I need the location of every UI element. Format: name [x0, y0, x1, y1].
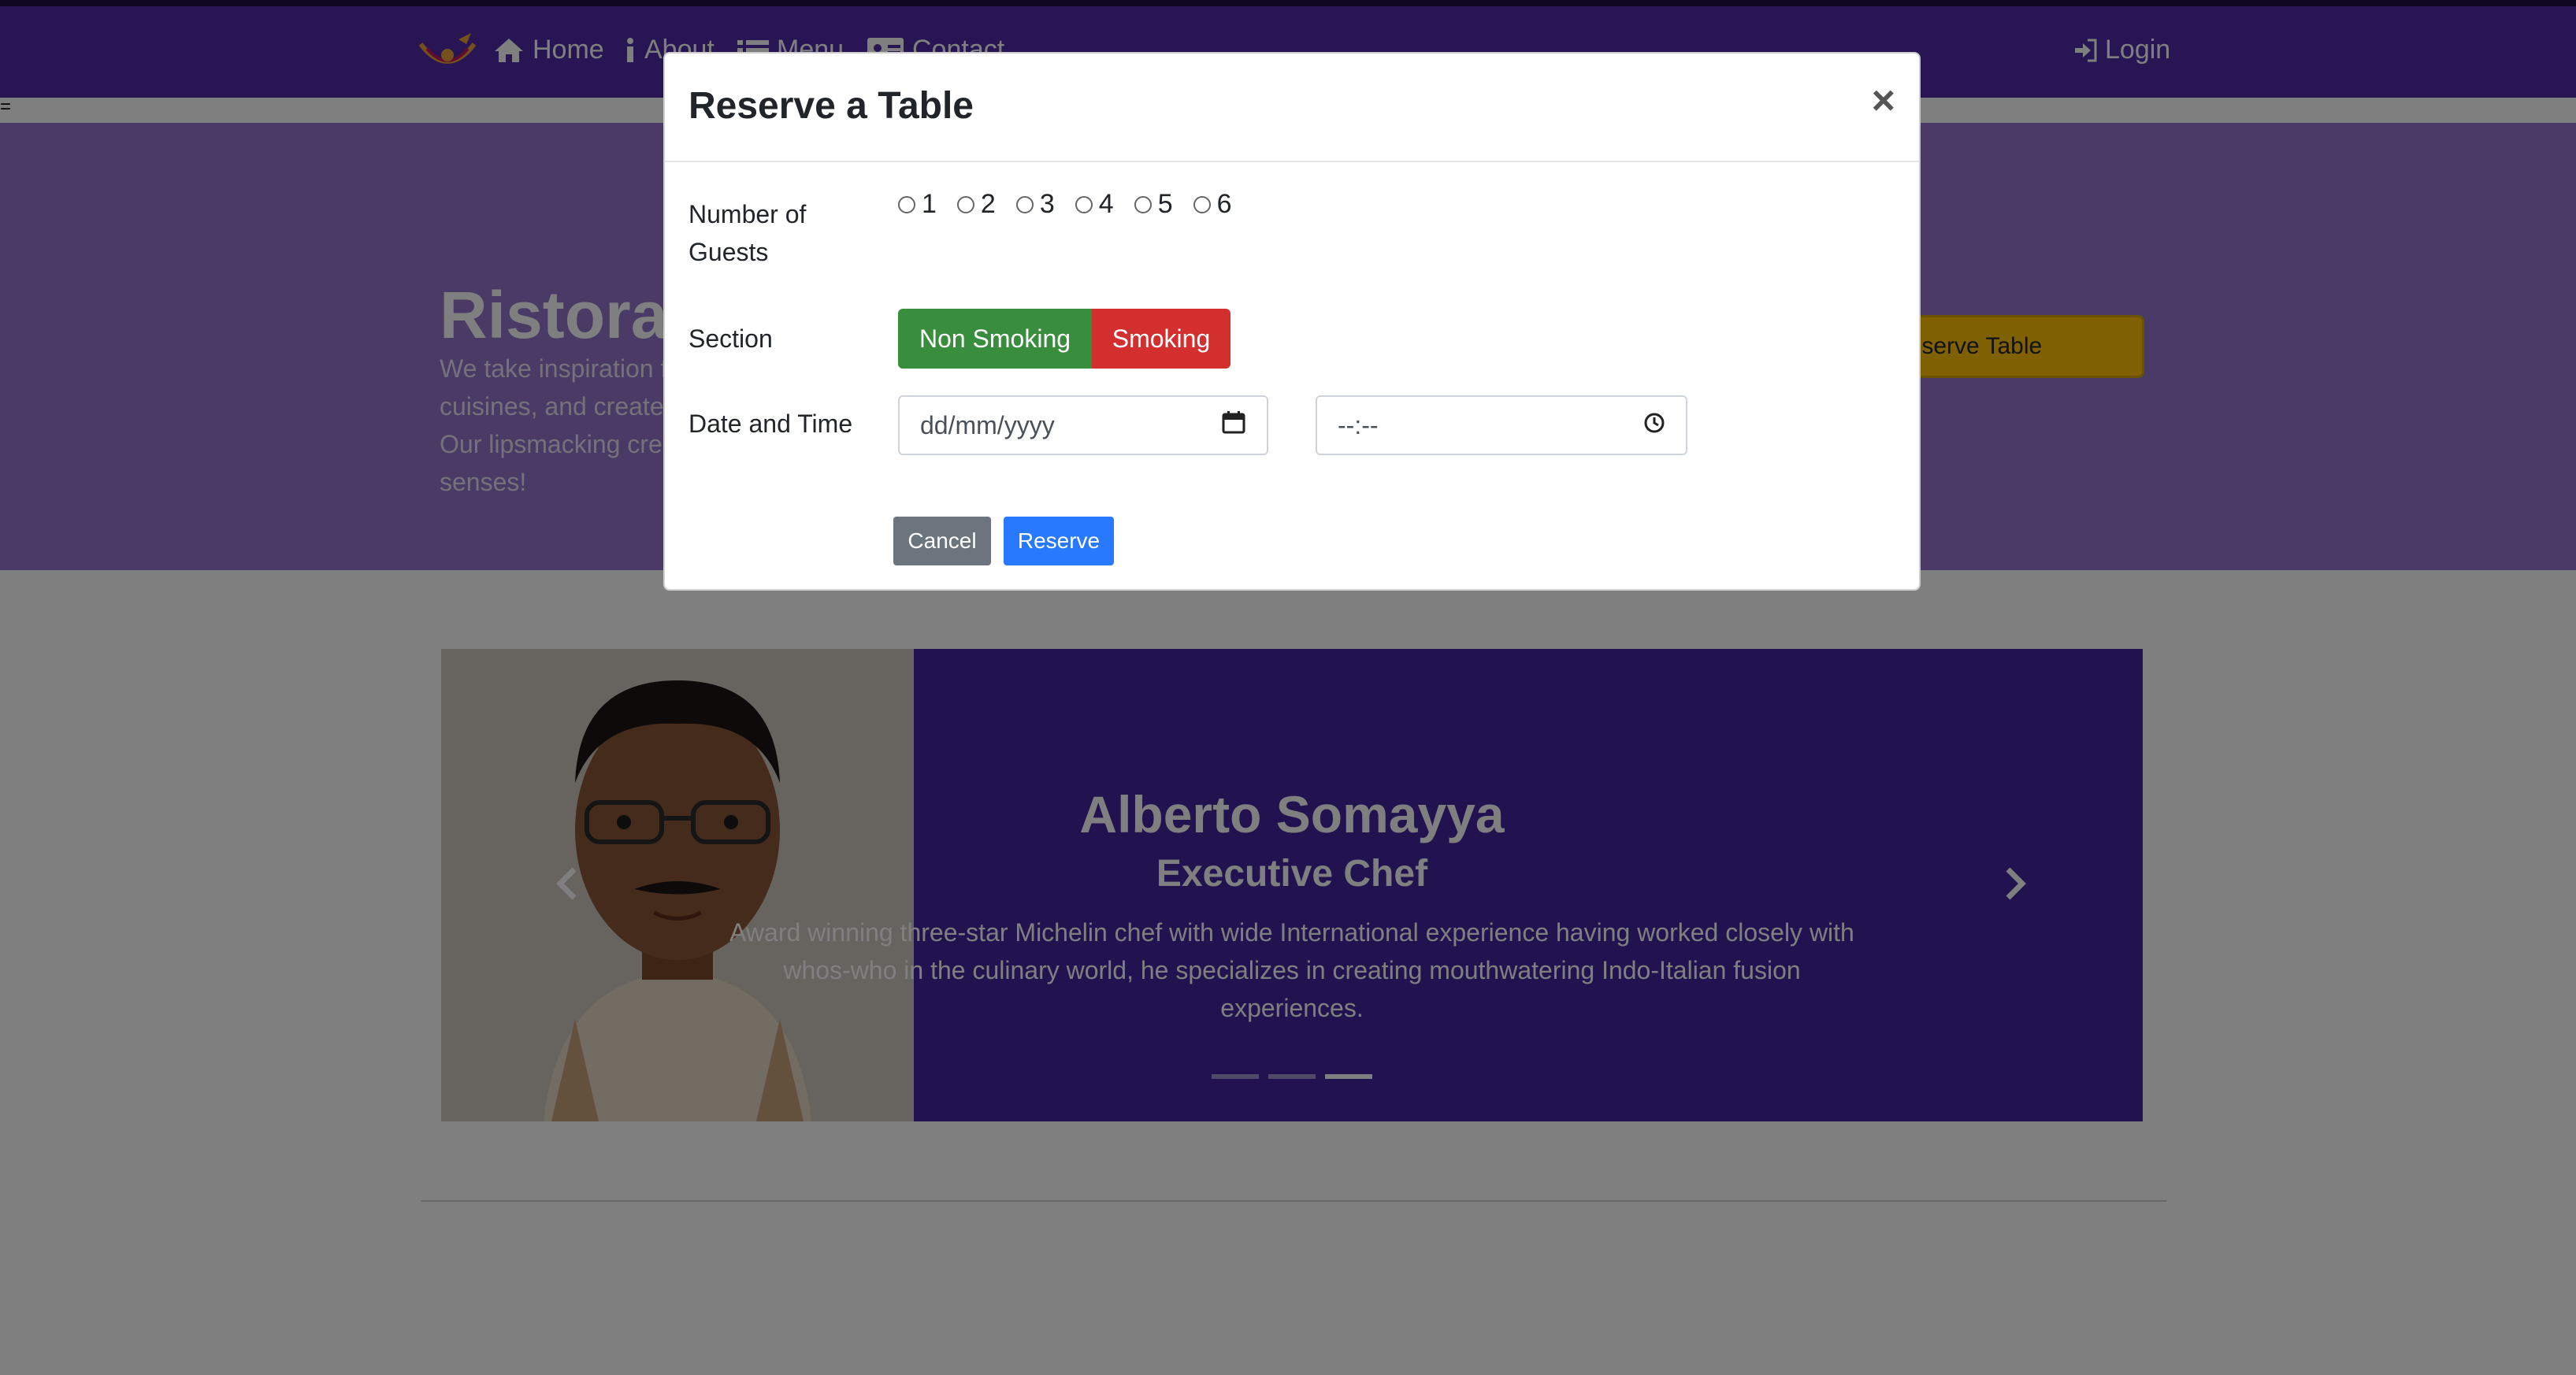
reserve-button[interactable]: Reserve [1004, 517, 1114, 565]
calendar-icon[interactable] [1221, 410, 1246, 441]
guests-radio-group: 1 2 3 4 5 6 [898, 189, 1232, 220]
modal-header: Reserve a Table × [665, 54, 1919, 162]
guest-option-label: 5 [1157, 189, 1173, 219]
guest-option-3[interactable]: 3 [1015, 189, 1055, 220]
guest-option-5[interactable]: 5 [1134, 189, 1173, 220]
smoking-label: Smoking [1112, 324, 1211, 353]
radio-button[interactable] [956, 195, 974, 213]
guest-option-label: 2 [980, 189, 996, 219]
guest-option-1[interactable]: 1 [898, 189, 937, 220]
radio-button[interactable] [1015, 195, 1034, 213]
time-input[interactable]: --:-- [1316, 395, 1687, 455]
cancel-label: Cancel [908, 528, 977, 553]
guest-option-label: 6 [1216, 189, 1232, 219]
smoking-button[interactable]: Smoking [1092, 309, 1230, 369]
clock-icon[interactable] [1643, 411, 1665, 440]
reserve-label: Reserve [1017, 528, 1101, 553]
guest-option-label: 1 [922, 189, 937, 219]
guests-label: Number of Guests [689, 200, 807, 266]
radio-button[interactable] [1134, 195, 1152, 213]
time-placeholder: --:-- [1338, 410, 1379, 439]
cancel-button[interactable]: Cancel [893, 517, 991, 565]
non-smoking-button[interactable]: Non Smoking [898, 309, 1092, 369]
section-label: Section [689, 324, 773, 353]
modal-title: Reserve a Table [689, 85, 974, 127]
non-smoking-label: Non Smoking [919, 324, 1071, 353]
close-icon[interactable]: × [1872, 77, 1895, 124]
datetime-label: Date and Time [689, 410, 853, 438]
reserve-modal: Reserve a Table × Number of Guests 1 2 3… [663, 52, 1921, 591]
guest-option-2[interactable]: 2 [956, 189, 996, 220]
radio-button[interactable] [1075, 195, 1093, 213]
radio-button[interactable] [898, 195, 915, 213]
date-input[interactable]: dd/mm/yyyy [898, 395, 1268, 455]
date-placeholder: dd/mm/yyyy [920, 410, 1055, 439]
guest-option-4[interactable]: 4 [1075, 189, 1114, 220]
guest-option-label: 3 [1039, 189, 1055, 219]
guest-option-6[interactable]: 6 [1193, 189, 1232, 220]
guest-option-label: 4 [1098, 189, 1114, 219]
radio-button[interactable] [1193, 195, 1211, 213]
